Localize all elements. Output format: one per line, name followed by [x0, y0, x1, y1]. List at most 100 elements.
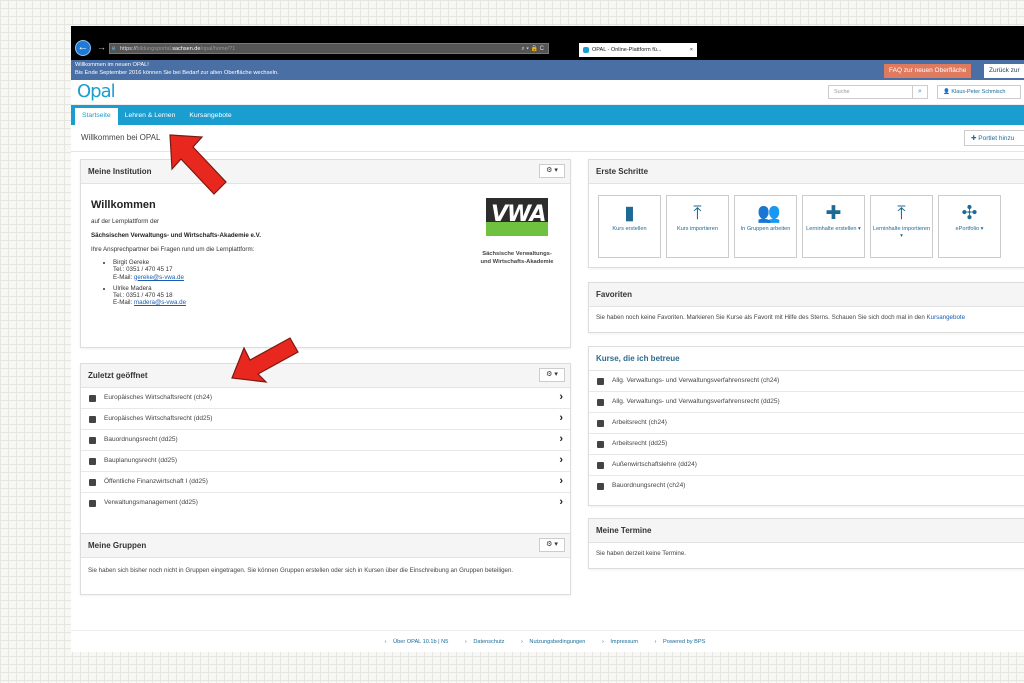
faq-button[interactable]: FAQ zur neuen Oberfläche [884, 64, 972, 78]
list-item[interactable]: Europäisches Wirtschaftsrecht (dd25) › [81, 409, 570, 430]
upload-icon: ⤒ [897, 203, 906, 224]
chevron-right-icon: › [559, 391, 563, 403]
kursangebote-link[interactable]: Kursangebote [927, 314, 966, 321]
groups-title: Meine Gruppen [88, 541, 147, 550]
notice-line2: Bis Ende September 2016 können Sie bei B… [75, 69, 279, 76]
book-icon [89, 458, 96, 465]
recent-course-label: Europäisches Wirtschaftsrecht (dd25) [104, 415, 213, 422]
chevron-right-icon: › [559, 412, 563, 424]
groups-settings-button[interactable]: ⚙ ▾ [539, 538, 565, 552]
nav-lehren-lernen[interactable]: Lehren & Lernen [118, 106, 183, 126]
footer-imprint: Impressum [610, 639, 639, 645]
address-bar[interactable]: e https://bildungsportal.sachsen.de/opal… [109, 43, 549, 54]
footer-link[interactable]: › Datenschutz [465, 639, 510, 645]
list-item[interactable]: Bauordnungsrecht (dd25) › [81, 430, 570, 451]
footer-link[interactable]: › Impressum [602, 639, 643, 645]
user-button[interactable]: 👤 Klaus-Peter Schmisch [937, 85, 1021, 99]
chevron-right-icon: › [559, 433, 563, 445]
search-icon[interactable]: ⌕ [912, 85, 928, 99]
back-to-old-button[interactable]: Zurück zur [984, 64, 1024, 78]
annotation-arrow-down [231, 337, 299, 383]
list-item[interactable]: Arbeitsrecht (ch24) [589, 413, 1024, 434]
footer-link[interactable]: › Über OPAL 10.1b | N5 [385, 639, 454, 645]
page-title: Willkommen bei OPAL [81, 133, 161, 142]
list-item[interactable]: Bauplanungsrecht (dd25) › [81, 451, 570, 472]
vwa-logo-caption: Sächsische Verwaltungs-und Wirtschafts-A… [467, 250, 567, 266]
browser-tab[interactable]: OPAL - Online-Plattform fü... × [579, 43, 697, 57]
list-item[interactable]: Außenwirtschaftslehre (dd24) [589, 455, 1024, 476]
footer-link[interactable]: › Nutzungsbedingungen [521, 639, 590, 645]
managed-course-label: Arbeitsrecht (dd25) [612, 440, 668, 447]
institution-settings-button[interactable]: ⚙ ▾ [539, 164, 565, 178]
contact-list: Birgit Gereke Tel.: 0351 / 470 45 17 E-M… [113, 259, 560, 307]
favicon-icon [583, 46, 589, 53]
nav-kursangebote[interactable]: Kursangebote [182, 106, 238, 126]
chevron-right-icon: › [559, 454, 563, 466]
recent-panel: Zuletzt geöffnet ⚙ ▾ Europäisches Wirtsch… [80, 363, 571, 546]
tile-create-content[interactable]: ✚ Lerninhalte erstellen ▾ [802, 195, 865, 258]
nav-startseite[interactable]: Startseite [75, 108, 118, 125]
vwa-caption-line2: und Wirtschafts-Akademie [480, 259, 554, 265]
add-portlet-button[interactable]: ✚ Portlet hinzu [964, 130, 1024, 146]
contact-email-link[interactable]: gereke@s-vwa.de [134, 274, 184, 281]
contact-tel: Tel.: 0351 / 470 45 17 [113, 266, 173, 274]
book-icon [597, 483, 604, 490]
back-icon[interactable]: ← [75, 40, 91, 56]
url-domain: sachsen.de [172, 46, 201, 52]
book-icon [597, 399, 604, 406]
managed-course-label: Arbeitsrecht (ch24) [612, 419, 667, 426]
tile-import-content[interactable]: ⤒ Lerninhalte importieren ▾ [870, 195, 933, 258]
puzzle-icon: ✣ [961, 203, 978, 224]
recent-settings-button[interactable]: ⚙ ▾ [539, 368, 565, 382]
main-nav: Startseite Lehren & Lernen Kursangebote [71, 105, 1024, 125]
favorites-text: Sie haben noch keine Favoriten. Markiere… [596, 314, 927, 321]
annotation-arrow-up [169, 134, 227, 195]
opal-logo[interactable]: Opal [77, 83, 116, 101]
tile-groups[interactable]: 👥 In Gruppen arbeiten [734, 195, 797, 258]
search-input[interactable]: Suche [828, 85, 913, 99]
footer-privacy: Datenschutz [473, 639, 505, 645]
book-icon [89, 395, 96, 402]
recent-title: Zuletzt geöffnet [88, 371, 148, 380]
footer-terms: Nutzungsbedingungen [529, 639, 586, 645]
chevron-right-icon: › [559, 475, 563, 487]
user-name: Klaus-Peter Schmisch [951, 89, 1006, 95]
list-item[interactable]: Bauordnungsrecht (ch24) [589, 476, 1024, 497]
list-item[interactable]: Verwaltungsmanagement (dd25) › [81, 493, 570, 514]
group-icon: 👥 [757, 203, 781, 224]
tab-title: OPAL - Online-Plattform fü... [592, 47, 662, 53]
groups-text: Sie haben sich bisher noch nicht in Grup… [88, 567, 514, 574]
favorites-panel: Favoriten Sie haben noch keine Favoriten… [588, 282, 1024, 333]
book-icon [597, 441, 604, 448]
header: Opal Suche ⌕ 👤 Klaus-Peter Schmisch [71, 80, 1024, 105]
managed-course-label: Allg. Verwaltungs- und Verwaltungsverfah… [612, 377, 780, 384]
contact-name: Ulrike Madera [113, 284, 152, 292]
footer-powered: Powered by BPS [663, 639, 706, 645]
contact-email-link[interactable]: madera@s-vwa.de [134, 299, 186, 306]
contact-email-label: E-Mail: [113, 299, 134, 307]
tab-close-icon[interactable]: × [690, 43, 693, 57]
address-controls[interactable]: ⌕ ▾ 🔒 C [521, 44, 544, 55]
tile-import-course[interactable]: ⤒ Kurs importieren [666, 195, 729, 258]
forward-icon[interactable]: → [97, 42, 106, 52]
list-item[interactable]: Europäisches Wirtschaftsrecht (ch24) › [81, 388, 570, 409]
first-steps-title: Erste Schritte [596, 167, 649, 176]
book-icon [597, 378, 604, 385]
footer-link[interactable]: › Powered by BPS [655, 639, 711, 645]
list-item[interactable]: Allg. Verwaltungs- und Verwaltungsverfah… [589, 392, 1024, 413]
add-portlet-label: Portlet hinzu [978, 135, 1015, 142]
book-icon [89, 479, 96, 486]
tile-create-course[interactable]: ▮ Kurs erstellen [598, 195, 661, 258]
url-subdomain: bildungsportal. [136, 46, 173, 52]
contact-item: Ulrike Madera Tel.: 0351 / 470 45 18 E-M… [113, 285, 560, 307]
list-item[interactable]: Arbeitsrecht (dd25) [589, 434, 1024, 455]
tile-eportfolio[interactable]: ✣ ePortfolio ▾ [938, 195, 1001, 258]
tile-label: Kurs importieren [676, 226, 719, 232]
list-item[interactable]: Öffentliche Finanzwirtschaft I (dd25) › [81, 472, 570, 493]
list-item[interactable]: Allg. Verwaltungs- und Verwaltungsverfah… [589, 371, 1024, 392]
managed-course-label: Bauordnungsrecht (ch24) [612, 482, 686, 489]
book-icon [89, 500, 96, 507]
first-steps-panel: Erste Schritte ▮ Kurs erstellen ⤒ Kurs imp… [588, 159, 1024, 268]
book-icon: ▮ [624, 203, 635, 224]
appointments-panel: Meine Termine Sie haben derzeit keine Te… [588, 518, 1024, 569]
